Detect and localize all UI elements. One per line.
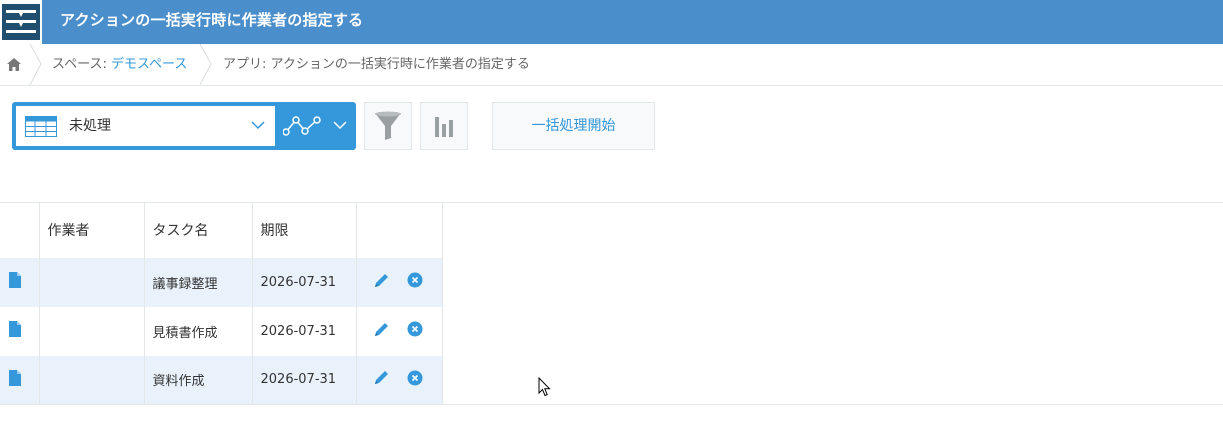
breadcrumb-separator xyxy=(199,44,212,85)
breadcrumb: スペース: デモスペース アプリ: アクションの一括実行時に作業者の指定する xyxy=(0,44,1223,86)
chevron-down-icon xyxy=(333,121,347,130)
worker-cell xyxy=(39,257,145,307)
breadcrumb-separator xyxy=(29,44,42,85)
document-icon[interactable] xyxy=(9,321,21,337)
chevron-down-icon xyxy=(251,121,265,130)
home-icon[interactable] xyxy=(0,44,28,85)
column-header-task[interactable]: タスク名 xyxy=(144,202,253,258)
graph-menu-button[interactable] xyxy=(277,106,352,146)
mouse-cursor-icon xyxy=(538,377,551,397)
task-cell: 議事録整理 xyxy=(144,257,253,307)
app-header: アクションの一括実行時に作業者の指定する xyxy=(0,0,1223,44)
delete-icon[interactable] xyxy=(407,321,423,341)
document-icon[interactable] xyxy=(9,272,21,288)
edit-icon[interactable] xyxy=(373,321,390,342)
table-header-row: 作業者 タスク名 期限 xyxy=(0,202,443,258)
record-table: 作業者 タスク名 期限 議事録整理 2026-07-31 見積書作成 2026-… xyxy=(0,202,443,405)
view-selector-group: 未処理 xyxy=(12,102,356,150)
table-row: 見積書作成 2026-07-31 xyxy=(0,306,443,356)
filter-icon xyxy=(375,111,401,140)
breadcrumb-app: アプリ: アクションの一括実行時に作業者の指定する xyxy=(223,57,530,72)
view-name: 未処理 xyxy=(69,118,111,134)
column-header-worker[interactable]: 作業者 xyxy=(39,202,145,258)
column-header-detail xyxy=(0,202,40,258)
delete-icon[interactable] xyxy=(407,370,423,390)
table-top-border xyxy=(442,202,1223,203)
table-bottom-border xyxy=(0,404,1223,405)
edit-icon[interactable] xyxy=(373,369,390,390)
action-cell xyxy=(356,355,443,405)
column-header-actions xyxy=(356,202,443,258)
table-row: 資料作成 2026-07-31 xyxy=(0,355,443,405)
edit-icon[interactable] xyxy=(373,272,390,293)
detail-cell[interactable] xyxy=(0,257,40,307)
graph-icon xyxy=(283,116,321,136)
filter-button[interactable] xyxy=(364,102,412,150)
breadcrumb-space-name[interactable]: デモスペース xyxy=(111,57,187,72)
app-menu-icon[interactable] xyxy=(0,0,42,44)
list-view-icon xyxy=(25,116,57,137)
breadcrumb-space-label: スペース: xyxy=(52,57,111,72)
task-cell: 資料作成 xyxy=(144,355,253,405)
column-header-due[interactable]: 期限 xyxy=(252,202,357,258)
bar-chart-icon xyxy=(435,117,453,137)
bulk-process-start-button[interactable]: 一括処理開始 xyxy=(492,102,655,150)
document-icon[interactable] xyxy=(9,369,21,386)
worker-cell xyxy=(39,306,145,356)
task-cell: 見積書作成 xyxy=(144,306,253,356)
due-cell: 2026-07-31 xyxy=(252,306,357,356)
table-row: 議事録整理 2026-07-31 xyxy=(0,257,443,307)
graph-button[interactable] xyxy=(420,102,468,150)
due-cell: 2026-07-31 xyxy=(252,355,357,405)
due-cell: 2026-07-31 xyxy=(252,257,357,307)
worker-cell xyxy=(39,355,145,405)
action-cell xyxy=(356,306,443,356)
view-select-dropdown[interactable]: 未処理 xyxy=(16,106,275,146)
breadcrumb-space[interactable]: スペース: デモスペース xyxy=(52,44,187,85)
detail-cell[interactable] xyxy=(0,306,40,356)
action-cell xyxy=(356,257,443,307)
delete-icon[interactable] xyxy=(407,272,423,292)
page-title: アクションの一括実行時に作業者の指定する xyxy=(60,11,364,29)
detail-cell[interactable] xyxy=(0,355,40,405)
